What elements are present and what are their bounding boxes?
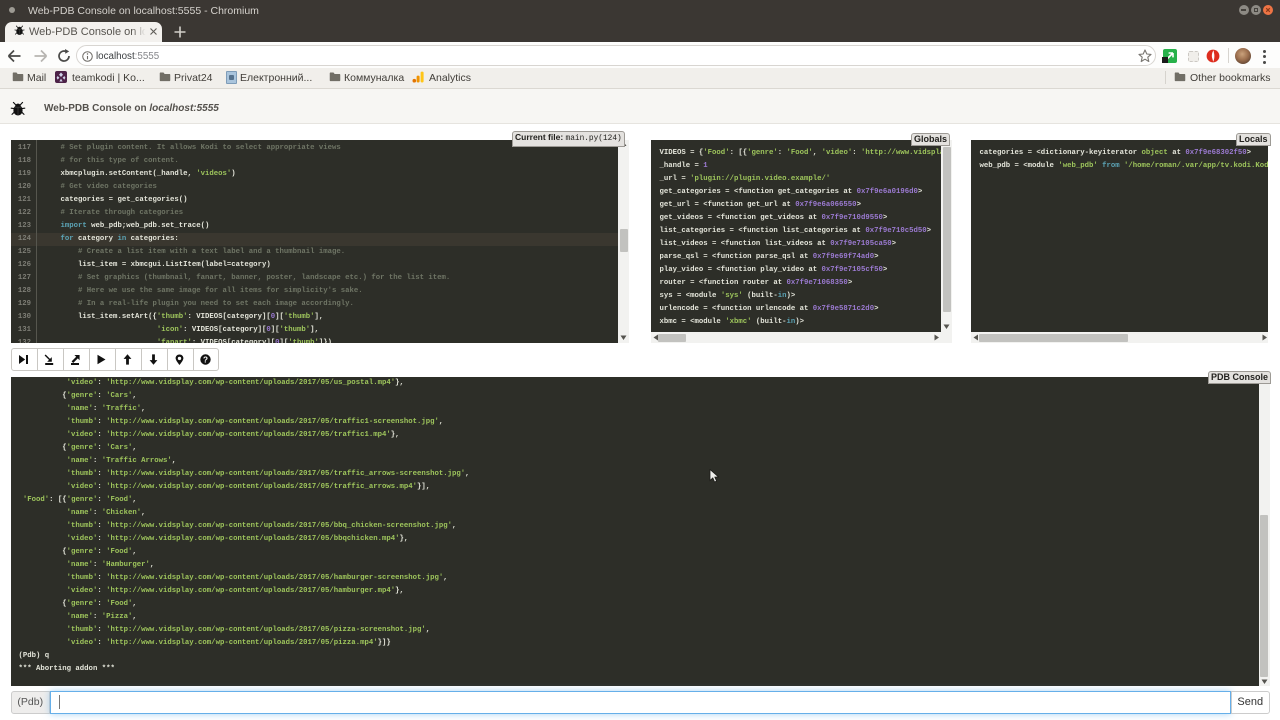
- svg-text:?: ?: [203, 355, 208, 364]
